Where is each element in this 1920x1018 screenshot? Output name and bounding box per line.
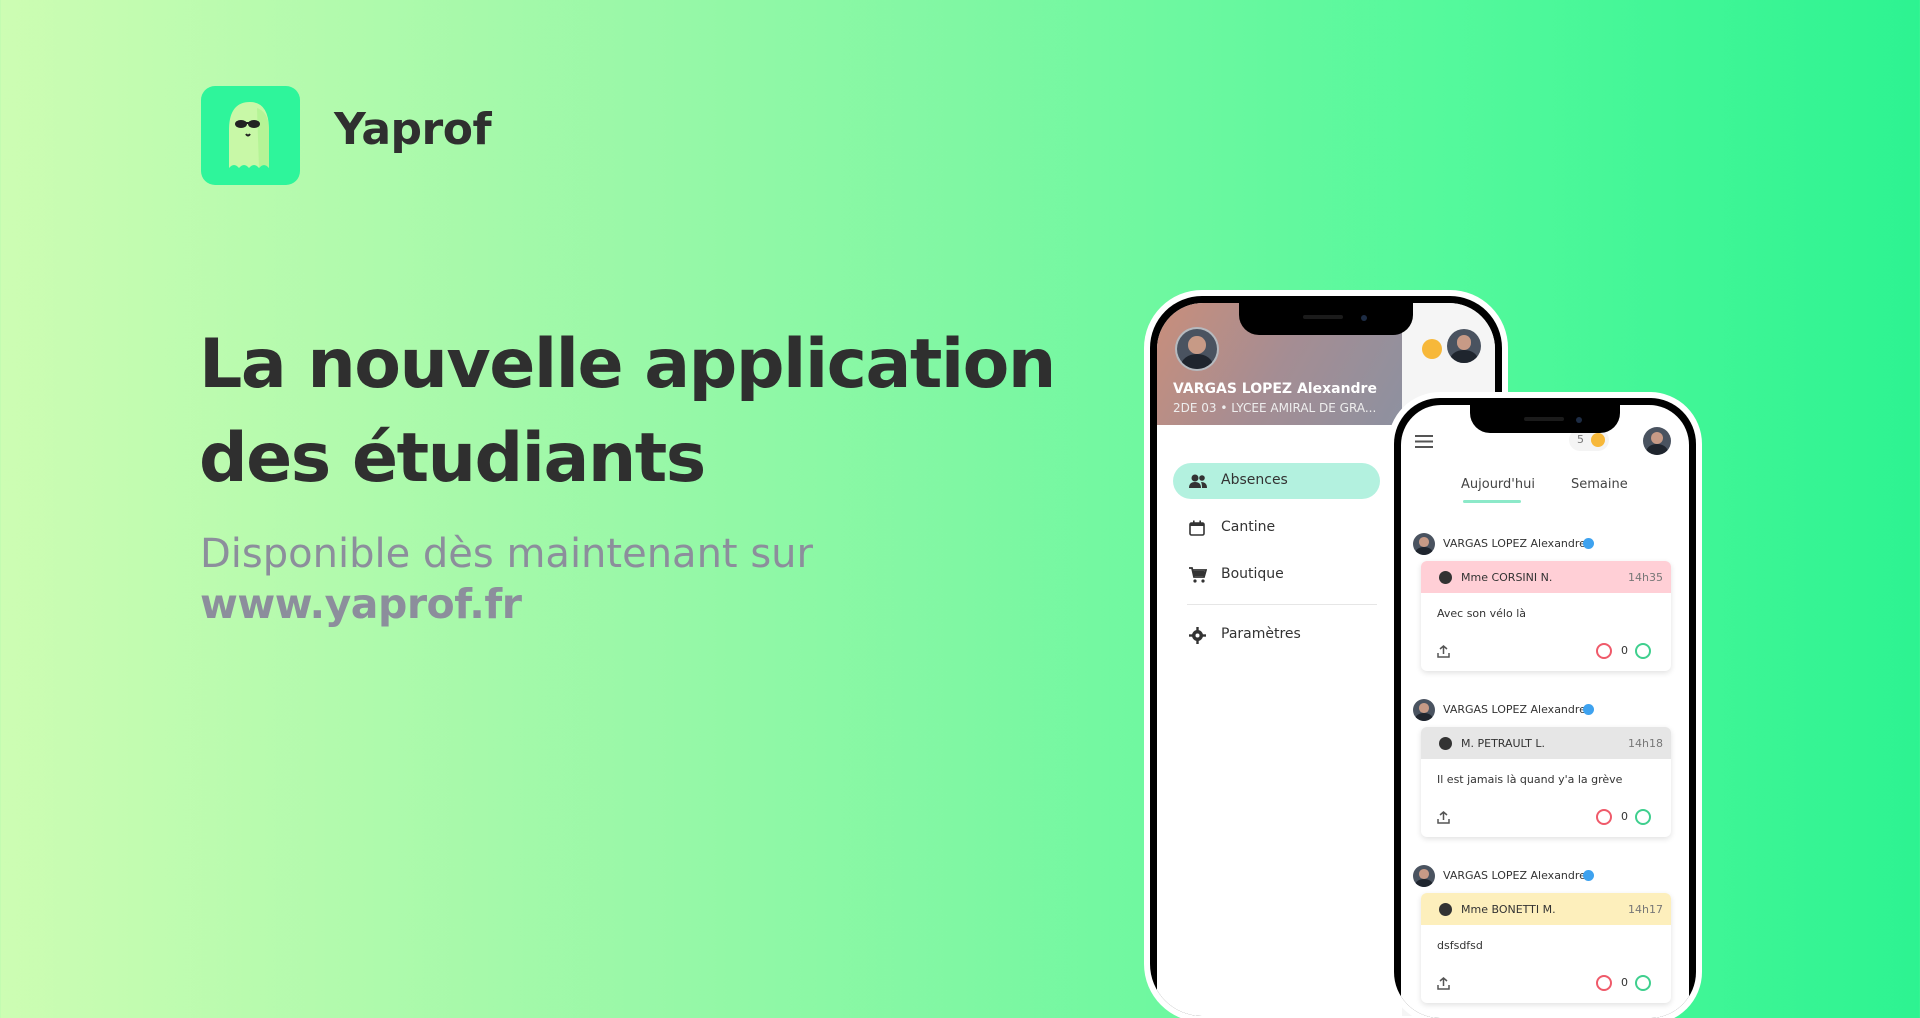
drawer-menu: Absences Cantine Boutique Paramètres [1157, 463, 1402, 664]
post-card[interactable]: Mme CORSINI N. 14h35 Avec son vélo là 0 [1421, 561, 1671, 671]
post-time: 14h18 [1628, 737, 1663, 750]
vote-count: 0 [1621, 810, 1628, 823]
post-card[interactable]: Mme BONETTI M. 14h17 dsfsdfsd 0 [1421, 893, 1671, 1003]
profile-name: VARGAS LOPEZ Alexandre [1173, 381, 1377, 397]
avatar[interactable] [1643, 427, 1671, 455]
coin-badge [1422, 339, 1442, 359]
post-text: dsfsdfsd [1437, 939, 1483, 952]
verified-badge-icon [1583, 870, 1594, 881]
feed-tabs: Aujourd'hui Semaine [1401, 477, 1689, 507]
post-time: 14h17 [1628, 903, 1663, 916]
menu-label: Absences [1221, 472, 1288, 488]
post-time: 14h35 [1628, 571, 1663, 584]
avatar[interactable] [1447, 329, 1481, 363]
phone-mockup-feed: 5 Aujourd'hui Semaine VARGAS LOPEZ Alexa… [1394, 398, 1696, 1018]
card-actions: 0 [1421, 809, 1671, 829]
menu-item-cantine[interactable]: Cantine [1173, 510, 1380, 546]
share-icon[interactable] [1437, 977, 1450, 990]
gear-icon [1189, 627, 1206, 644]
vote-count: 0 [1621, 644, 1628, 657]
brand-name: Yaprof [334, 104, 492, 155]
menu-divider [1187, 604, 1377, 605]
user-icon [1439, 737, 1452, 750]
user-icon [1439, 571, 1452, 584]
downvote-icon[interactable] [1596, 643, 1612, 659]
downvote-icon[interactable] [1596, 809, 1612, 825]
teacher-name: Mme BONETTI M. [1461, 903, 1556, 916]
post-text: Avec son vélo là [1437, 607, 1526, 620]
card-actions: 0 [1421, 975, 1671, 995]
verified-badge-icon [1583, 704, 1594, 715]
author-name: VARGAS LOPEZ Alexandre [1443, 537, 1586, 550]
profile-avatar[interactable] [1175, 327, 1219, 371]
headline: La nouvelle application des étudiants [199, 318, 1079, 506]
post-text: Il est jamais là quand y'a la grève [1437, 773, 1623, 786]
author-avatar[interactable] [1413, 699, 1435, 721]
upvote-icon[interactable] [1635, 643, 1651, 659]
user-icon [1439, 903, 1452, 916]
menu-item-parametres[interactable]: Paramètres [1173, 617, 1380, 653]
author-name: VARGAS LOPEZ Alexandre [1443, 703, 1586, 716]
post-card[interactable]: M. PETRAULT L. 14h18 Il est jamais là qu… [1421, 727, 1671, 837]
upvote-icon[interactable] [1635, 809, 1651, 825]
app-logo [201, 86, 300, 185]
tab-week[interactable]: Semaine [1571, 477, 1628, 492]
menu-label: Paramètres [1221, 626, 1301, 642]
active-tab-indicator [1463, 500, 1521, 503]
headline-line-1: La nouvelle application [199, 325, 1056, 404]
upvote-icon[interactable] [1635, 975, 1651, 991]
tab-today[interactable]: Aujourd'hui [1461, 477, 1535, 492]
share-icon[interactable] [1437, 811, 1450, 824]
author-avatar[interactable] [1413, 865, 1435, 887]
card-actions: 0 [1421, 643, 1671, 663]
coin-count: 5 [1577, 433, 1584, 446]
card-header: Mme CORSINI N. 14h35 [1421, 561, 1671, 593]
author-avatar[interactable] [1413, 533, 1435, 555]
headline-line-2: des étudiants [199, 419, 706, 498]
menu-label: Cantine [1221, 519, 1276, 535]
author-name: VARGAS LOPEZ Alexandre [1443, 869, 1586, 882]
verified-badge-icon [1583, 538, 1594, 549]
menu-label: Boutique [1221, 566, 1284, 582]
hamburger-menu-icon[interactable] [1415, 435, 1433, 448]
phone-screen-feed: 5 Aujourd'hui Semaine VARGAS LOPEZ Alexa… [1401, 405, 1689, 1018]
coin-icon [1591, 433, 1605, 447]
menu-item-boutique[interactable]: Boutique [1173, 557, 1380, 593]
share-icon[interactable] [1437, 645, 1450, 658]
calendar-icon [1189, 520, 1205, 536]
vote-count: 0 [1621, 976, 1628, 989]
subtitle: Disponible dès maintenant sur [200, 531, 813, 577]
profile-class: 2DE 03 • LYCEE AMIRAL DE GRA... [1173, 401, 1377, 415]
phone-notch [1239, 303, 1413, 335]
ghost-icon [229, 102, 269, 168]
card-header: M. PETRAULT L. 14h18 [1421, 727, 1671, 759]
card-header: Mme BONETTI M. 14h17 [1421, 893, 1671, 925]
teacher-name: M. PETRAULT L. [1461, 737, 1546, 750]
cart-icon [1189, 567, 1207, 583]
website-link[interactable]: www.yaprof.fr [200, 580, 522, 628]
downvote-icon[interactable] [1596, 975, 1612, 991]
teacher-name: Mme CORSINI N. [1461, 571, 1553, 584]
menu-item-absences[interactable]: Absences [1173, 463, 1380, 499]
phone-notch [1470, 405, 1620, 433]
users-icon [1189, 474, 1207, 488]
